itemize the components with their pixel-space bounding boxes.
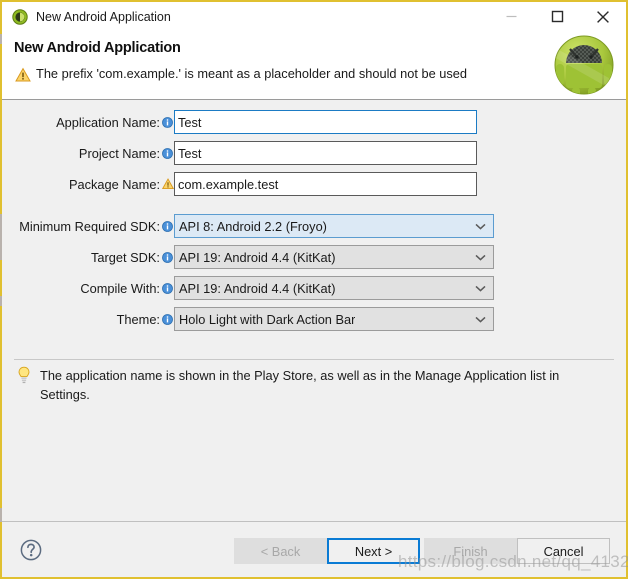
hint-separator: [14, 359, 614, 360]
minimum-required-sdk-label: Minimum Required SDK:: [19, 218, 160, 234]
info-icon[interactable]: [161, 115, 174, 129]
project-name-label: Project Name:: [78, 145, 160, 161]
wizard-body: Application Name: Project Name:: [2, 100, 626, 521]
hint-message: The application name is shown in the Pla…: [40, 368, 560, 402]
theme-row: Theme: Holo Light with Dark Action Bar: [2, 306, 626, 332]
application-name-row: Application Name:: [2, 109, 626, 135]
theme-label: Theme:: [116, 311, 160, 327]
wizard-header: New Android Application The prefix 'com.…: [2, 31, 626, 100]
lightbulb-icon: [16, 366, 32, 384]
package-name-row: Package Name:: [2, 171, 626, 197]
package-name-label: Package Name:: [68, 176, 160, 192]
desktop-edge-artifact: [0, 508, 2, 522]
info-icon[interactable]: [161, 146, 174, 160]
info-icon[interactable]: [161, 312, 174, 326]
info-icon[interactable]: [161, 250, 174, 264]
new-android-application-dialog: New Android Application New Android Appl…: [0, 0, 628, 579]
chevron-down-icon: [475, 277, 486, 299]
page-title: New Android Application: [14, 40, 181, 56]
theme-value: Holo Light with Dark Action Bar: [179, 311, 356, 327]
cancel-button[interactable]: Cancel: [517, 538, 610, 564]
warning-triangle-icon[interactable]: [161, 177, 174, 191]
target-sdk-dropdown[interactable]: API 19: Android 4.4 (KitKat): [174, 245, 494, 269]
desktop-edge-artifact: [0, 214, 2, 260]
application-name-label: Application Name:: [56, 114, 160, 130]
minimize-icon: [505, 10, 518, 23]
desktop-edge-artifact: [0, 296, 2, 306]
maximize-button[interactable]: [534, 2, 580, 31]
compile-with-label: Compile With:: [80, 280, 160, 296]
chevron-down-icon: [475, 308, 486, 330]
warning-triangle-icon: [15, 67, 31, 83]
minimize-button[interactable]: [488, 2, 534, 31]
theme-dropdown[interactable]: Holo Light with Dark Action Bar: [174, 307, 494, 331]
project-name-row: Project Name:: [2, 140, 626, 166]
target-sdk-label: Target SDK:: [91, 249, 160, 265]
package-name-input[interactable]: [174, 172, 477, 196]
target-sdk-row: Target SDK: API 19: Android 4.4 (KitKat): [2, 244, 626, 270]
chevron-down-icon: [475, 215, 486, 237]
chevron-down-icon: [475, 246, 486, 268]
project-name-input[interactable]: [174, 141, 477, 165]
info-icon[interactable]: [161, 281, 174, 295]
back-button[interactable]: < Back: [234, 538, 327, 564]
close-button[interactable]: [580, 2, 626, 31]
minimum-required-sdk-row: Minimum Required SDK: API 8: Android 2.2…: [2, 213, 626, 239]
minimum-required-sdk-dropdown[interactable]: API 8: Android 2.2 (Froyo): [174, 214, 494, 238]
android-green-circle-icon: [12, 8, 28, 25]
info-icon[interactable]: [161, 219, 174, 233]
android-robot-icon: [552, 33, 616, 97]
desktop-edge-artifact: [0, 34, 2, 44]
application-name-input[interactable]: [174, 110, 477, 134]
finish-button[interactable]: Finish: [424, 538, 517, 564]
close-icon: [596, 10, 610, 24]
next-button[interactable]: Next >: [327, 538, 420, 564]
compile-with-dropdown[interactable]: API 19: Android 4.4 (KitKat): [174, 276, 494, 300]
minimum-required-sdk-value: API 8: Android 2.2 (Froyo): [179, 218, 327, 234]
title-bar: New Android Application: [2, 2, 626, 31]
dialog-footer: < Back Next > Finish Cancel: [2, 521, 626, 577]
window-title: New Android Application: [36, 9, 171, 24]
maximize-icon: [551, 10, 564, 23]
compile-with-value: API 19: Android 4.4 (KitKat): [179, 280, 336, 296]
header-warning-message: The prefix 'com.example.' is meant as a …: [36, 66, 467, 81]
help-question-icon[interactable]: [20, 539, 42, 561]
target-sdk-value: API 19: Android 4.4 (KitKat): [179, 249, 336, 265]
compile-with-row: Compile With: API 19: Android 4.4 (KitKa…: [2, 275, 626, 301]
